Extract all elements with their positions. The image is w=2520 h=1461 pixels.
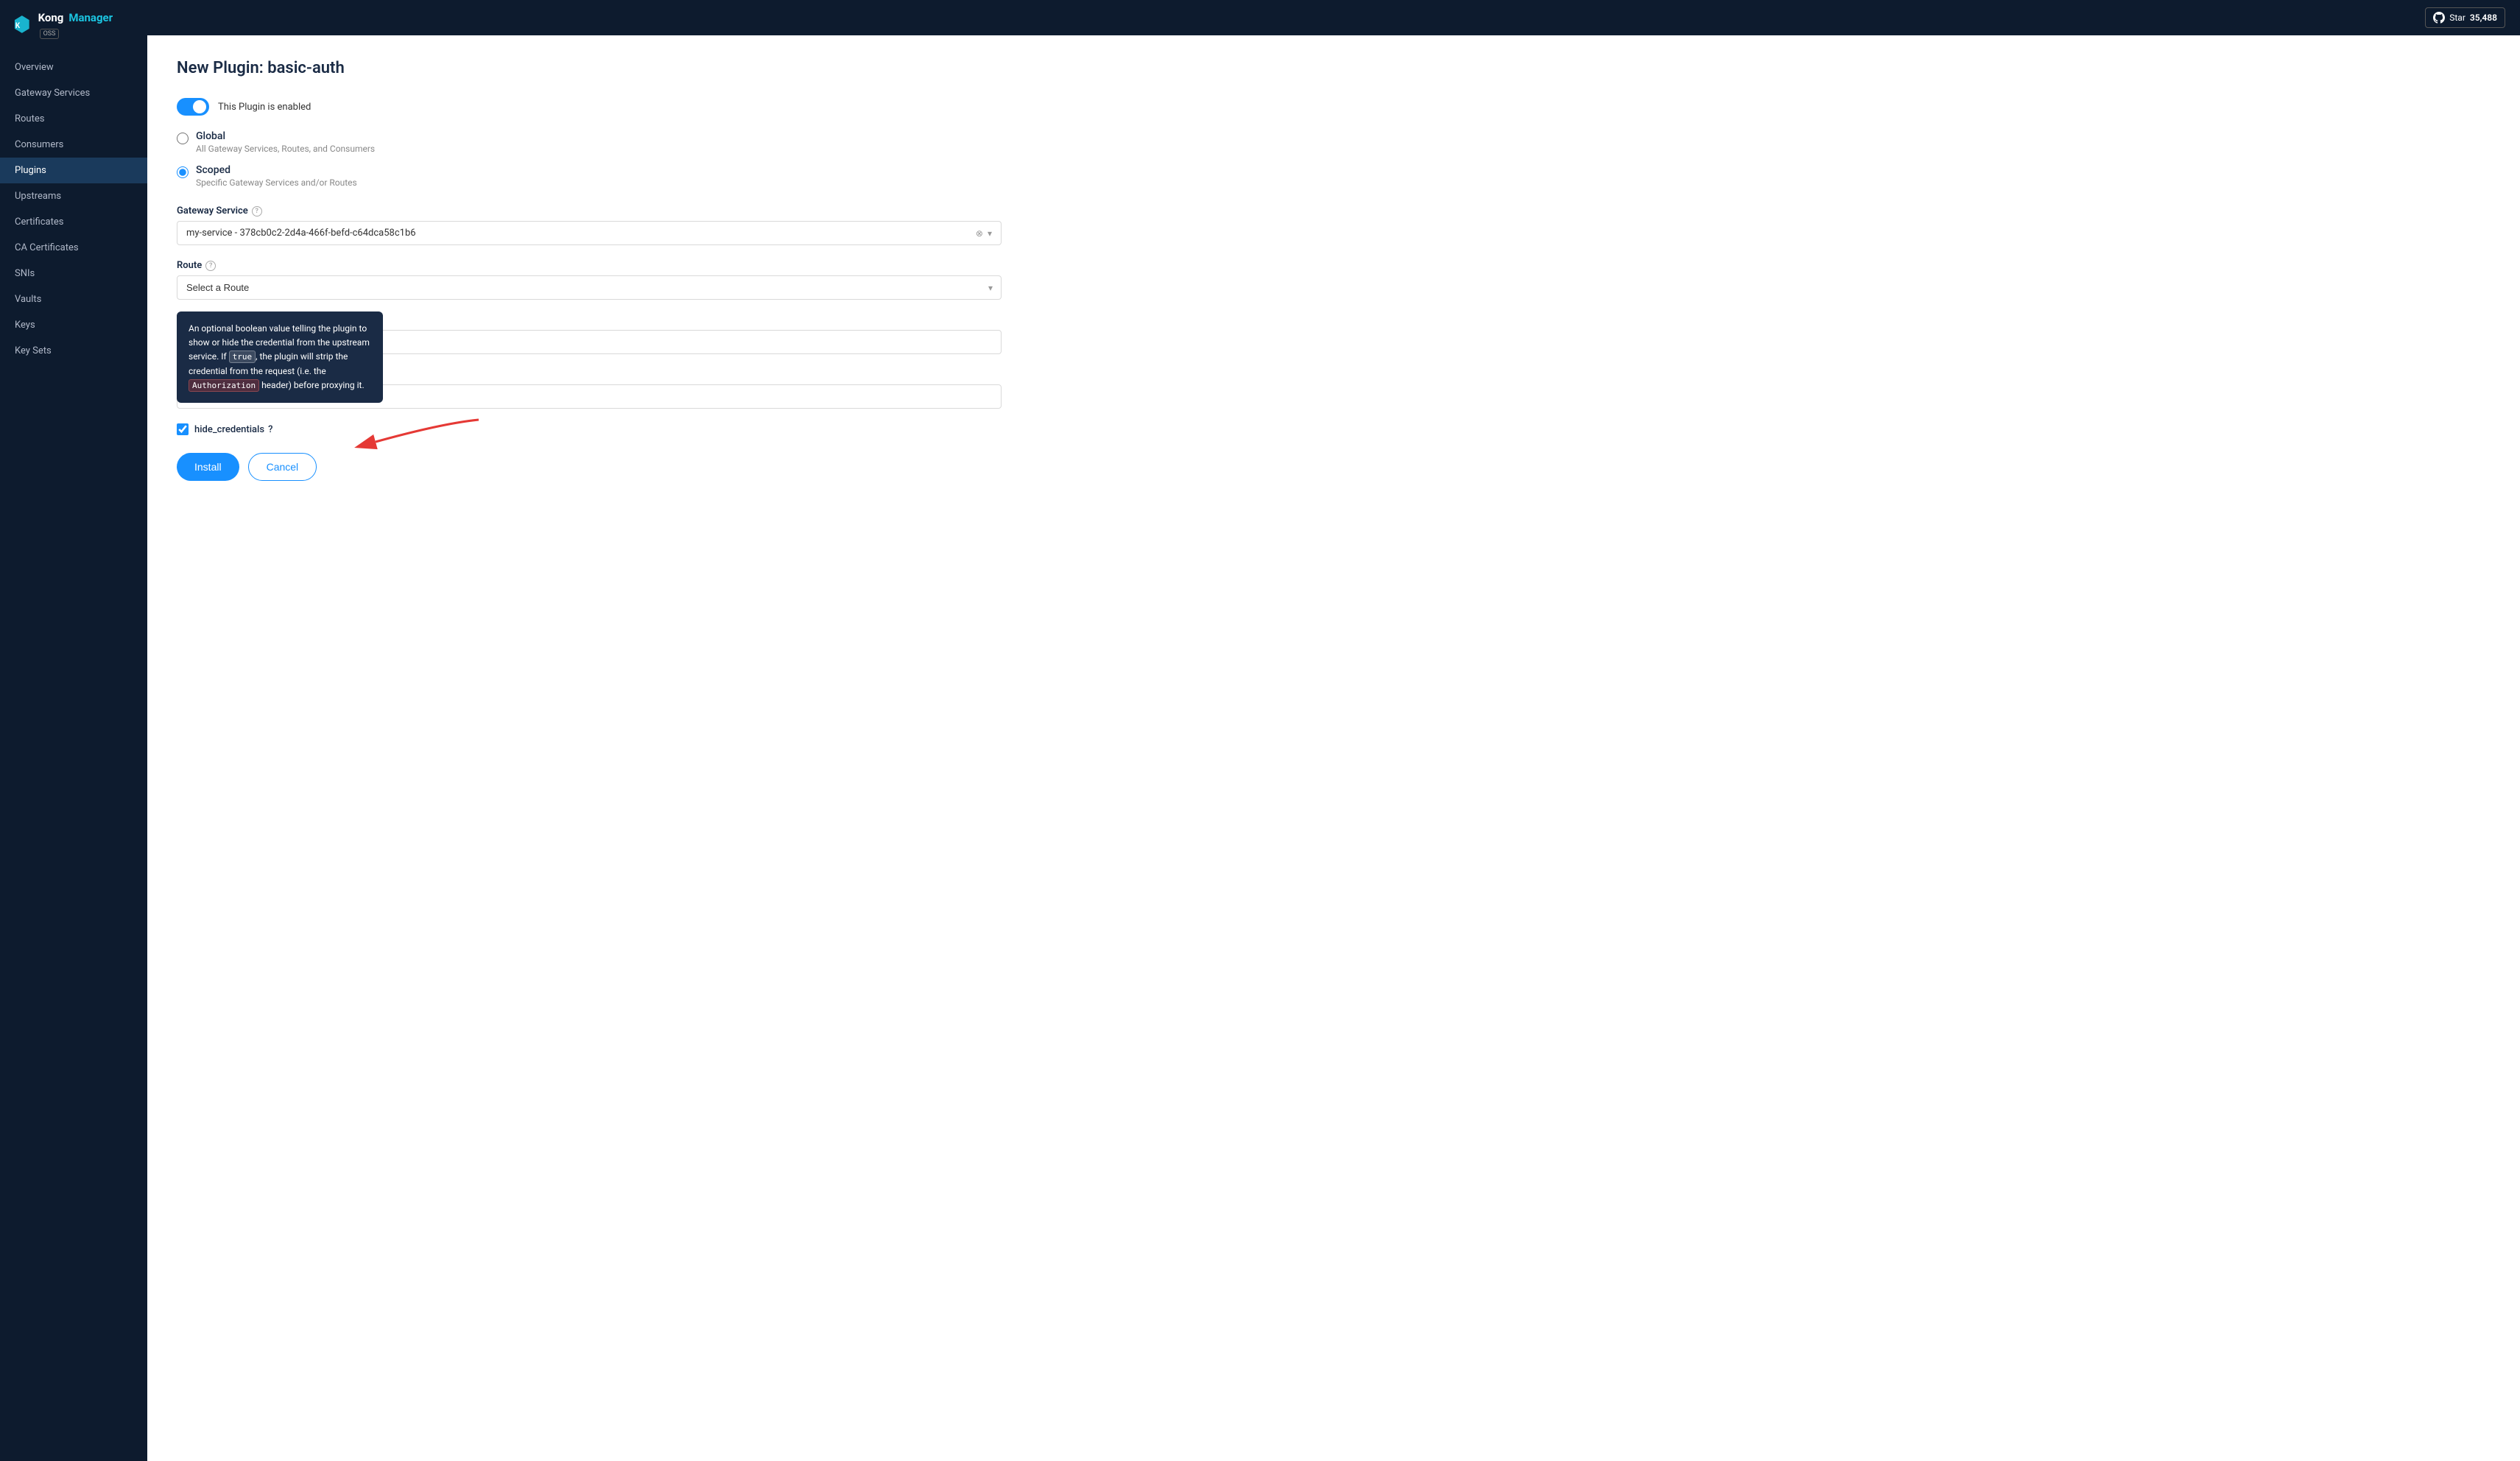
- route-label: Route ?: [177, 260, 1002, 271]
- hide-credentials-checkbox[interactable]: [177, 423, 189, 435]
- global-label: Global: [196, 130, 375, 142]
- kong-logo-icon: K: [12, 14, 32, 35]
- page-content: New Plugin: basic-auth This Plugin is en…: [147, 35, 1031, 504]
- plugin-enabled-label: This Plugin is enabled: [218, 102, 311, 113]
- scoped-radio-item: Scoped Specific Gateway Services and/or …: [177, 164, 1002, 188]
- gateway-service-info-icon[interactable]: ?: [252, 206, 262, 216]
- svg-text:K: K: [15, 22, 21, 30]
- sidebar-item-snis[interactable]: SNIs: [0, 261, 147, 286]
- sidebar-header: K Kong Manager OSS: [0, 0, 147, 49]
- install-button[interactable]: Install: [177, 453, 239, 481]
- form-actions: Install Cancel: [177, 453, 1002, 481]
- sidebar-item-plugins[interactable]: Plugins: [0, 158, 147, 183]
- route-info-icon[interactable]: ?: [205, 261, 216, 271]
- sidebar-item-upstreams[interactable]: Upstreams: [0, 183, 147, 209]
- hide-credentials-row: An optional boolean value telling the pl…: [177, 423, 1002, 435]
- kong-name: Kong: [38, 11, 64, 24]
- tooltip-code-true: true: [229, 351, 256, 363]
- global-radio[interactable]: [177, 133, 189, 144]
- scoped-label: Scoped: [196, 164, 357, 176]
- global-desc: All Gateway Services, Routes, and Consum…: [196, 144, 375, 154]
- hide-credentials-tooltip: An optional boolean value telling the pl…: [177, 311, 383, 403]
- gateway-service-value: my-service - 378cb0c2-2d4a-466f-befd-c64…: [186, 228, 976, 239]
- star-label: Star: [2449, 13, 2466, 23]
- page-title: New Plugin: basic-auth: [177, 59, 1002, 77]
- github-icon: [2433, 12, 2445, 24]
- sidebar-item-certificates[interactable]: Certificates: [0, 209, 147, 235]
- route-select[interactable]: Select a Route: [177, 275, 1002, 300]
- sidebar-item-routes[interactable]: Routes: [0, 106, 147, 132]
- manager-name: Manager: [68, 11, 113, 24]
- main-content: Star 35,488 New Plugin: basic-auth This …: [147, 0, 2520, 1461]
- scope-radio-group: Global All Gateway Services, Routes, and…: [177, 130, 1002, 188]
- sidebar-item-ca-certificates[interactable]: CA Certificates: [0, 235, 147, 261]
- sidebar-item-overview[interactable]: Overview: [0, 54, 147, 80]
- red-arrow-indicator: [353, 416, 486, 457]
- gateway-service-select[interactable]: my-service - 378cb0c2-2d4a-466f-befd-c64…: [177, 221, 1002, 245]
- route-select-wrapper: Select a Route ▾: [177, 275, 1002, 300]
- sidebar-app-title: Kong Manager OSS: [38, 10, 135, 38]
- scoped-radio[interactable]: [177, 166, 189, 178]
- sidebar: K Kong Manager OSS Overview Gateway Serv…: [0, 0, 147, 1461]
- plugin-enabled-toggle[interactable]: [177, 98, 209, 116]
- plugin-enabled-toggle-row: This Plugin is enabled: [177, 98, 1002, 116]
- gateway-service-label: Gateway Service ?: [177, 205, 1002, 216]
- sidebar-item-keys[interactable]: Keys: [0, 312, 147, 338]
- star-count: 35,488: [2470, 13, 2497, 23]
- hide-credentials-info-icon[interactable]: ?: [268, 424, 272, 435]
- global-radio-item: Global All Gateway Services, Routes, and…: [177, 130, 1002, 154]
- scoped-desc: Specific Gateway Services and/or Routes: [196, 177, 357, 188]
- sidebar-item-gateway-services[interactable]: Gateway Services: [0, 80, 147, 106]
- star-button[interactable]: Star 35,488: [2425, 7, 2505, 28]
- sidebar-item-key-sets[interactable]: Key Sets: [0, 338, 147, 364]
- tooltip-code-auth: Authorization: [189, 379, 259, 392]
- gateway-service-chevron-icon: ▾: [988, 228, 992, 239]
- sidebar-nav: Overview Gateway Services Routes Consume…: [0, 49, 147, 1461]
- sidebar-item-vaults[interactable]: Vaults: [0, 286, 147, 312]
- sidebar-item-consumers[interactable]: Consumers: [0, 132, 147, 158]
- tooltip-text-3: header) before proxying it.: [259, 380, 365, 390]
- cancel-button[interactable]: Cancel: [248, 453, 317, 481]
- oss-badge: OSS: [40, 29, 60, 39]
- gateway-service-field: Gateway Service ? my-service - 378cb0c2-…: [177, 205, 1002, 245]
- route-field: Route ? Select a Route ▾: [177, 260, 1002, 300]
- hide-credentials-label: hide_credentials ?: [194, 424, 272, 435]
- gateway-service-clear-icon[interactable]: ⊗: [976, 228, 983, 239]
